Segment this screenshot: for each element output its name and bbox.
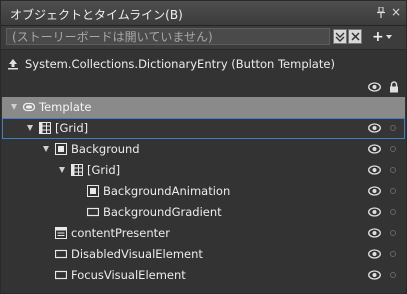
eye-icon[interactable] <box>368 165 381 175</box>
eye-icon[interactable] <box>368 123 381 133</box>
lock-toggle-dot[interactable] <box>390 209 396 215</box>
border-icon <box>55 143 67 155</box>
tree-row-disabled-visual-element[interactable]: DisabledVisualElement <box>2 244 405 265</box>
eye-icon[interactable] <box>368 270 381 280</box>
tree-row-grid[interactable]: [Grid] <box>2 118 405 139</box>
eye-icon[interactable] <box>368 228 381 238</box>
rectangle-icon <box>55 249 67 259</box>
content-presenter-icon <box>55 227 67 239</box>
panel-titlebar: オブジェクトとタイムライン(B) × <box>1 1 406 26</box>
lock-toggle-dot[interactable] <box>390 146 396 152</box>
tree-row-focus-visual-element[interactable]: FocusVisualElement <box>2 265 405 286</box>
pin-icon[interactable] <box>376 7 386 18</box>
rectangle-icon <box>87 207 99 217</box>
template-scope-header[interactable]: System.Collections.DictionaryEntry (Butt… <box>7 57 335 73</box>
lock-toggle-dot[interactable] <box>390 272 396 278</box>
eye-icon[interactable] <box>368 186 381 196</box>
eye-icon[interactable] <box>368 144 381 154</box>
tree-item-label: DisabledVisualElement <box>71 247 203 261</box>
tree-row-background[interactable]: Background <box>2 139 405 160</box>
lock-toggle-dot[interactable] <box>390 125 396 131</box>
panel-toolbar: (ストーリーボードは開いていません) + <box>1 26 406 50</box>
border-icon <box>87 185 99 197</box>
add-storyboard-button[interactable]: + <box>372 30 384 44</box>
expand-chevron-icon[interactable] <box>43 146 49 152</box>
tree-item-label: FocusVisualElement <box>71 268 186 282</box>
rectangle-icon <box>55 270 67 280</box>
panel-title: オブジェクトとタイムライン(B) <box>10 8 183 22</box>
lock-toggle-dot[interactable] <box>390 167 396 173</box>
lock-toggle-dot[interactable] <box>390 230 396 236</box>
eye-icon[interactable] <box>368 82 381 92</box>
close-storyboard-button[interactable] <box>348 29 362 44</box>
double-chevron-down-icon <box>335 32 345 42</box>
tree-item-label: Template <box>39 100 92 114</box>
lock-toggle-dot[interactable] <box>390 188 396 194</box>
scope-up-icon[interactable] <box>7 58 19 70</box>
storyboard-options-button[interactable] <box>333 29 347 44</box>
tree-row-inner-grid[interactable]: [Grid] <box>2 160 405 181</box>
tree-item-label: [Grid] <box>87 163 121 177</box>
expand-chevron-icon[interactable] <box>11 104 17 110</box>
grid-icon <box>39 122 51 134</box>
storyboard-picker[interactable]: (ストーリーボードは開いていません) <box>6 28 330 45</box>
tree-item-label: [Grid] <box>55 121 89 135</box>
tree-row-template[interactable]: Template <box>2 97 405 118</box>
eye-icon[interactable] <box>368 207 381 217</box>
add-dropdown-chevron-icon[interactable] <box>386 35 392 39</box>
objects-timeline-panel: オブジェクトとタイムライン(B) × (ストーリーボードは開いていません) + <box>0 0 407 294</box>
expand-chevron-icon[interactable] <box>27 125 33 131</box>
lock-toggle-dot[interactable] <box>390 251 396 257</box>
tree-row-content-presenter[interactable]: contentPresenter <box>2 223 405 244</box>
tree-row-background-animation[interactable]: BackgroundAnimation <box>2 181 405 202</box>
close-storyboard-icon <box>350 32 360 41</box>
tree-item-label: contentPresenter <box>71 226 170 240</box>
grid-icon <box>71 164 83 176</box>
eye-icon[interactable] <box>368 249 381 259</box>
tree-row-background-gradient[interactable]: BackgroundGradient <box>2 202 405 223</box>
expand-chevron-icon[interactable] <box>59 167 65 173</box>
template-icon <box>23 102 35 112</box>
close-icon[interactable]: × <box>391 6 401 18</box>
lock-icon[interactable] <box>389 81 399 93</box>
tree-item-label: BackgroundAnimation <box>103 184 231 198</box>
tree-item-label: BackgroundGradient <box>103 205 222 219</box>
scope-label: System.Collections.DictionaryEntry (Butt… <box>25 57 335 71</box>
tree-item-label: Background <box>71 142 140 156</box>
